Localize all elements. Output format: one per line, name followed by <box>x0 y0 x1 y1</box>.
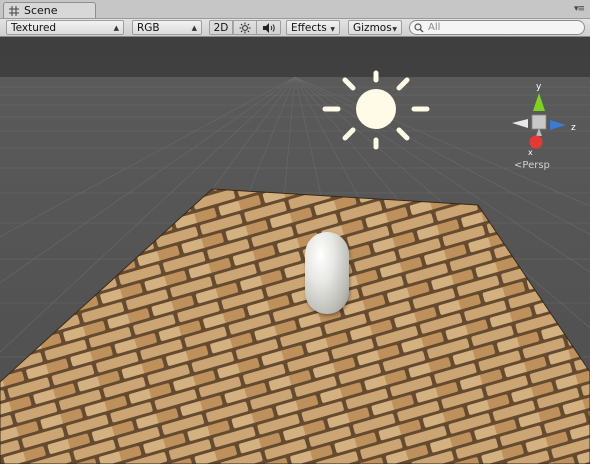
dropdown-arrows-icon: ▲ <box>191 24 197 32</box>
lighting-toggle-button[interactable] <box>233 20 256 35</box>
projection-toggle[interactable]: <Persp <box>514 160 550 171</box>
window-menu-icon[interactable]: ▾≡ <box>574 4 585 14</box>
render-mode-value: Textured <box>11 22 57 34</box>
tab-strip: Scene ▾≡ <box>0 0 590 18</box>
axis-x-label: x <box>528 148 533 157</box>
capsule-object[interactable] <box>305 232 349 314</box>
projection-label: Persp <box>522 160 550 171</box>
dropdown-arrows-icon: ▲ <box>113 24 119 32</box>
channel-value: RGB <box>137 22 160 34</box>
sun-icon <box>239 22 251 34</box>
speaker-icon <box>262 23 275 33</box>
2d-toggle-button[interactable]: 2D <box>209 20 233 35</box>
search-placeholder: All <box>428 22 441 33</box>
tab-scene[interactable]: Scene <box>3 2 96 18</box>
gizmos-label: Gizmos <box>353 22 392 34</box>
search-input[interactable]: All <box>409 20 585 35</box>
directional-light-icon[interactable] <box>320 70 432 162</box>
2d-label: 2D <box>213 22 229 34</box>
render-mode-dropdown[interactable]: Textured ▲ <box>6 20 124 35</box>
audio-toggle-button[interactable] <box>256 20 281 35</box>
tab-label: Scene <box>24 4 58 17</box>
axis-z-label: z <box>571 123 576 133</box>
chevron-down-icon: ▼ <box>330 26 335 33</box>
chevron-down-icon: ▼ <box>392 26 397 33</box>
scene-viewport[interactable]: y z x <Persp <box>0 37 590 464</box>
effects-dropdown[interactable]: Effects ▼ <box>286 20 340 35</box>
scene-toolbar: Textured ▲ RGB ▲ 2D Effects ▼ Gizmos ▼ A… <box>0 18 590 37</box>
effects-label: Effects <box>291 22 327 34</box>
scene-background <box>0 37 590 464</box>
axis-y-label: y <box>536 82 542 92</box>
gizmos-dropdown[interactable]: Gizmos ▼ <box>348 20 402 35</box>
search-icon <box>414 23 424 33</box>
channel-dropdown[interactable]: RGB ▲ <box>132 20 202 35</box>
grid-icon <box>9 6 19 16</box>
